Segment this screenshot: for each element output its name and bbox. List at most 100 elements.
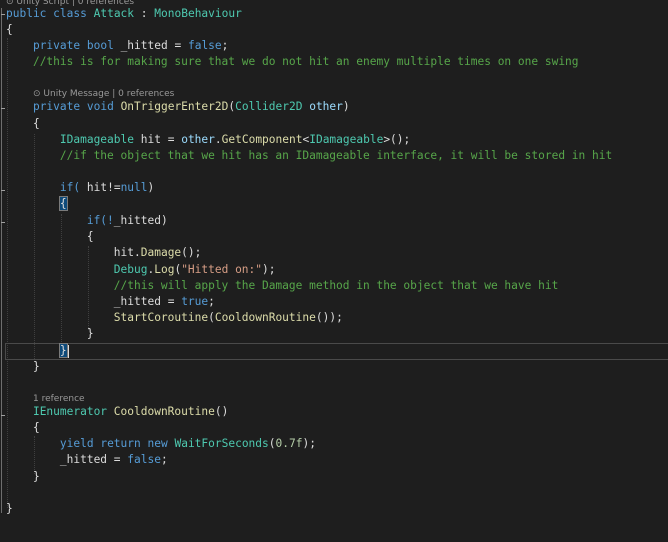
brace: } (32, 360, 40, 373)
keyword: public (6, 7, 47, 20)
punctuation: ; (221, 39, 229, 52)
code-line[interactable]: if( hit!=null) (6, 180, 154, 196)
code-line[interactable]: { (6, 420, 40, 436)
punctuation: ; (160, 453, 168, 466)
brace: { (86, 230, 94, 243)
code-line[interactable]: //this is for making sure that we do not… (6, 54, 579, 70)
code-line[interactable]: } (6, 343, 68, 359)
punctuation: (); (181, 246, 202, 259)
code-line[interactable]: } (6, 501, 13, 517)
keyword: void (86, 100, 114, 113)
fold-marker[interactable] (1, 222, 5, 223)
code-line[interactable]: if(!_hitted) (6, 213, 168, 229)
punctuation: . (134, 246, 141, 259)
fold-marker[interactable] (1, 190, 5, 191)
keyword: if(! (86, 214, 114, 227)
keyword: yield (59, 437, 94, 450)
keyword: private (32, 100, 81, 113)
code-line[interactable]: { (6, 229, 94, 245)
matched-brace: } (58, 343, 68, 358)
punctuation: ); (302, 437, 316, 450)
class-name: Attack (93, 7, 135, 20)
code-line[interactable]: _hitted = true; (6, 294, 215, 310)
keyword: bool (86, 39, 114, 52)
parameter-name: other (309, 100, 343, 113)
matched-brace: { (58, 196, 68, 211)
operator: = (167, 133, 175, 146)
type-name: IEnumerator (32, 405, 108, 418)
punctuation: >(); (383, 133, 411, 146)
code-line[interactable]: { (6, 116, 40, 132)
brace: } (6, 502, 13, 515)
keyword: null (120, 181, 148, 194)
fold-marker[interactable] (1, 108, 5, 109)
code-line[interactable]: IDamageable hit = other.GetComponent<IDa… (6, 132, 410, 148)
code-line[interactable]: { (6, 22, 13, 38)
punctuation: ) (342, 100, 350, 113)
method-name: CooldownRoutine (113, 405, 215, 418)
keyword: false (187, 39, 222, 52)
punctuation: () (214, 405, 229, 418)
comment: //this is for making sure that we do not… (32, 55, 579, 68)
code-line[interactable]: //if the object that we hit has an IDama… (6, 148, 612, 164)
operator: = (167, 295, 175, 308)
variable-name: hit (86, 181, 108, 194)
text-caret (68, 345, 69, 358)
method-name: Log (154, 263, 175, 276)
code-line[interactable]: private bool _hitted = false; (6, 38, 228, 54)
type-name: WaitForSeconds (174, 437, 269, 450)
punctuation: ) (160, 214, 168, 227)
punctuation: ; (208, 295, 215, 308)
keyword: false (127, 453, 161, 466)
brace: { (32, 421, 40, 434)
keyword: if( (59, 181, 81, 194)
code-editor[interactable]: ⊙ Unity Script | 0 references ⊙ Unity Me… (0, 0, 668, 542)
code-line[interactable]: } (6, 326, 94, 342)
code-line[interactable]: } (6, 469, 40, 485)
variable-name: hit (140, 133, 161, 146)
code-line[interactable]: public class Attack : MonoBehaviour (6, 6, 242, 22)
punctuation: ); (262, 263, 276, 276)
field-name: _hitted (59, 453, 108, 466)
code-line[interactable]: hit.Damage(); (6, 245, 202, 261)
punctuation: ()); (315, 311, 343, 324)
brace: { (32, 117, 40, 130)
operator: = (174, 39, 182, 52)
brace: { (6, 23, 13, 36)
operator: = (113, 453, 121, 466)
code-line[interactable]: IEnumerator CooldownRoutine() (6, 404, 228, 420)
code-line[interactable]: //this will apply the Damage method in t… (6, 278, 559, 294)
outline-fold-rail (1, 8, 2, 513)
operator: != (107, 181, 121, 194)
punctuation: . (214, 133, 222, 146)
code-line[interactable]: _hitted = false; (6, 452, 168, 468)
comment: //this will apply the Damage method in t… (113, 279, 559, 292)
code-line[interactable]: yield return new WaitForSeconds(0.7f); (6, 436, 316, 452)
code-line[interactable]: StartCoroutine(CooldownRoutine()); (6, 310, 343, 326)
parameter-name: other (181, 133, 215, 146)
current-line-highlight (5, 343, 668, 360)
brace: } (32, 470, 40, 483)
punctuation: ( (208, 311, 215, 324)
fold-marker[interactable] (1, 14, 5, 15)
method-name: OnTriggerEnter2D (120, 100, 229, 113)
string-literal: "Hitted on:" (181, 263, 263, 276)
method-name: Damage (140, 246, 182, 259)
punctuation: ( (268, 437, 276, 450)
code-line[interactable]: } (6, 359, 40, 375)
brace: } (86, 327, 94, 340)
number-literal: 0.7f (275, 437, 303, 450)
field-name: _hitted (113, 295, 161, 308)
punctuation: ) (147, 181, 155, 194)
type-name: MonoBehaviour (154, 7, 242, 20)
code-line[interactable]: Debug.Log("Hitted on:"); (6, 262, 276, 278)
fold-marker[interactable] (1, 415, 5, 416)
code-line[interactable]: { (6, 196, 68, 212)
field-name: _hitted (113, 214, 161, 227)
keyword: true (181, 295, 209, 308)
method-name: CooldownRoutine (214, 311, 316, 324)
field-name: _hitted (120, 39, 168, 52)
keyword: class (53, 7, 87, 20)
code-line[interactable]: private void OnTriggerEnter2D(Collider2D… (6, 99, 350, 115)
keyword: return (100, 437, 141, 450)
